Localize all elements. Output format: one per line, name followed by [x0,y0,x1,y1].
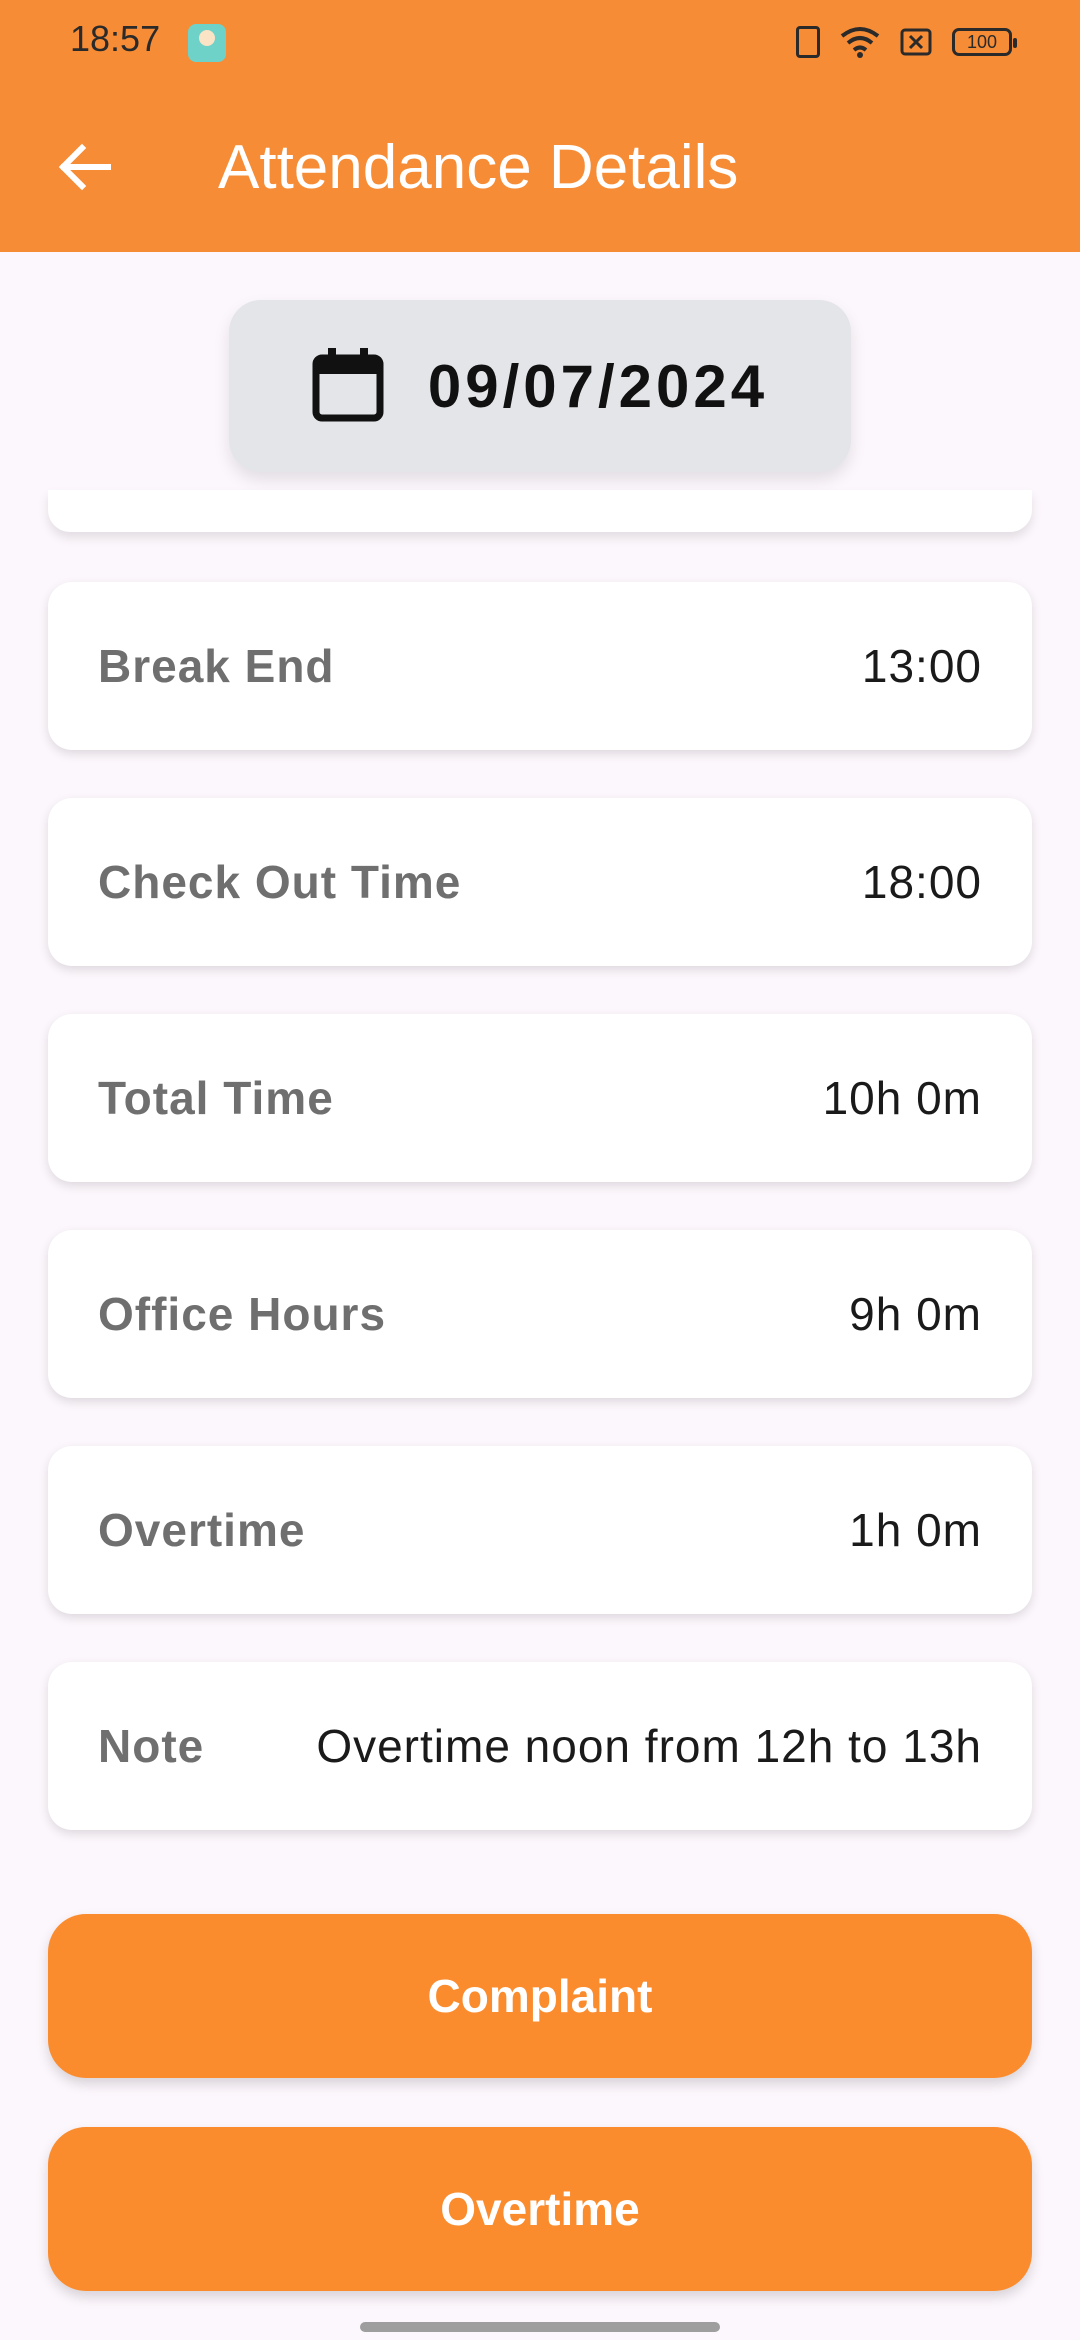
row-label: Total Time [98,1072,334,1124]
detail-row-overtime: Overtime 1h 0m [48,1446,1032,1614]
row-value: 10h 0m [822,1072,982,1124]
status-icons: 100 [796,22,1017,62]
vibrate-icon [796,26,820,58]
app-bar: Attendance Details [0,84,1080,252]
app-notification-icon [188,24,226,62]
back-button[interactable] [50,132,120,202]
row-label: Overtime [98,1504,306,1556]
detail-row-office-hours: Office Hours 9h 0m [48,1230,1032,1398]
row-value: 1h 0m [849,1504,982,1556]
clipped-card [48,490,1032,532]
complaint-button[interactable]: Complaint [48,1914,1032,2078]
row-value: 9h 0m [849,1288,982,1340]
row-value: 13:00 [861,640,982,692]
detail-row-note: Note Overtime noon from 12h to 13h [48,1662,1032,1830]
detail-row-check-out-time: Check Out Time 18:00 [48,798,1032,966]
row-value: Overtime noon from 12h to 13h [316,1720,982,1772]
calendar-icon [312,346,384,427]
arrow-left-icon [58,143,111,191]
overtime-button[interactable]: Overtime [48,2127,1032,2291]
page-title: Attendance Details [218,133,739,202]
detail-row-break-end: Break End 13:00 [48,582,1032,750]
no-sim-icon [900,28,932,56]
status-bar: 18:57 100 [0,0,1080,84]
row-label: Check Out Time [98,856,462,908]
row-value: 18:00 [861,856,982,908]
selected-date: 09/07/2024 [427,352,769,420]
detail-row-total-time: Total Time 10h 0m [48,1014,1032,1182]
wifi-icon [840,26,880,58]
row-label: Office Hours [98,1288,387,1340]
row-label: Note [98,1720,205,1772]
home-indicator[interactable] [360,2322,720,2332]
status-time: 18:57 [70,18,161,59]
battery-icon: 100 [952,28,1017,56]
row-label: Break End [98,640,335,692]
date-picker-button[interactable]: 09/07/2024 [229,300,851,472]
